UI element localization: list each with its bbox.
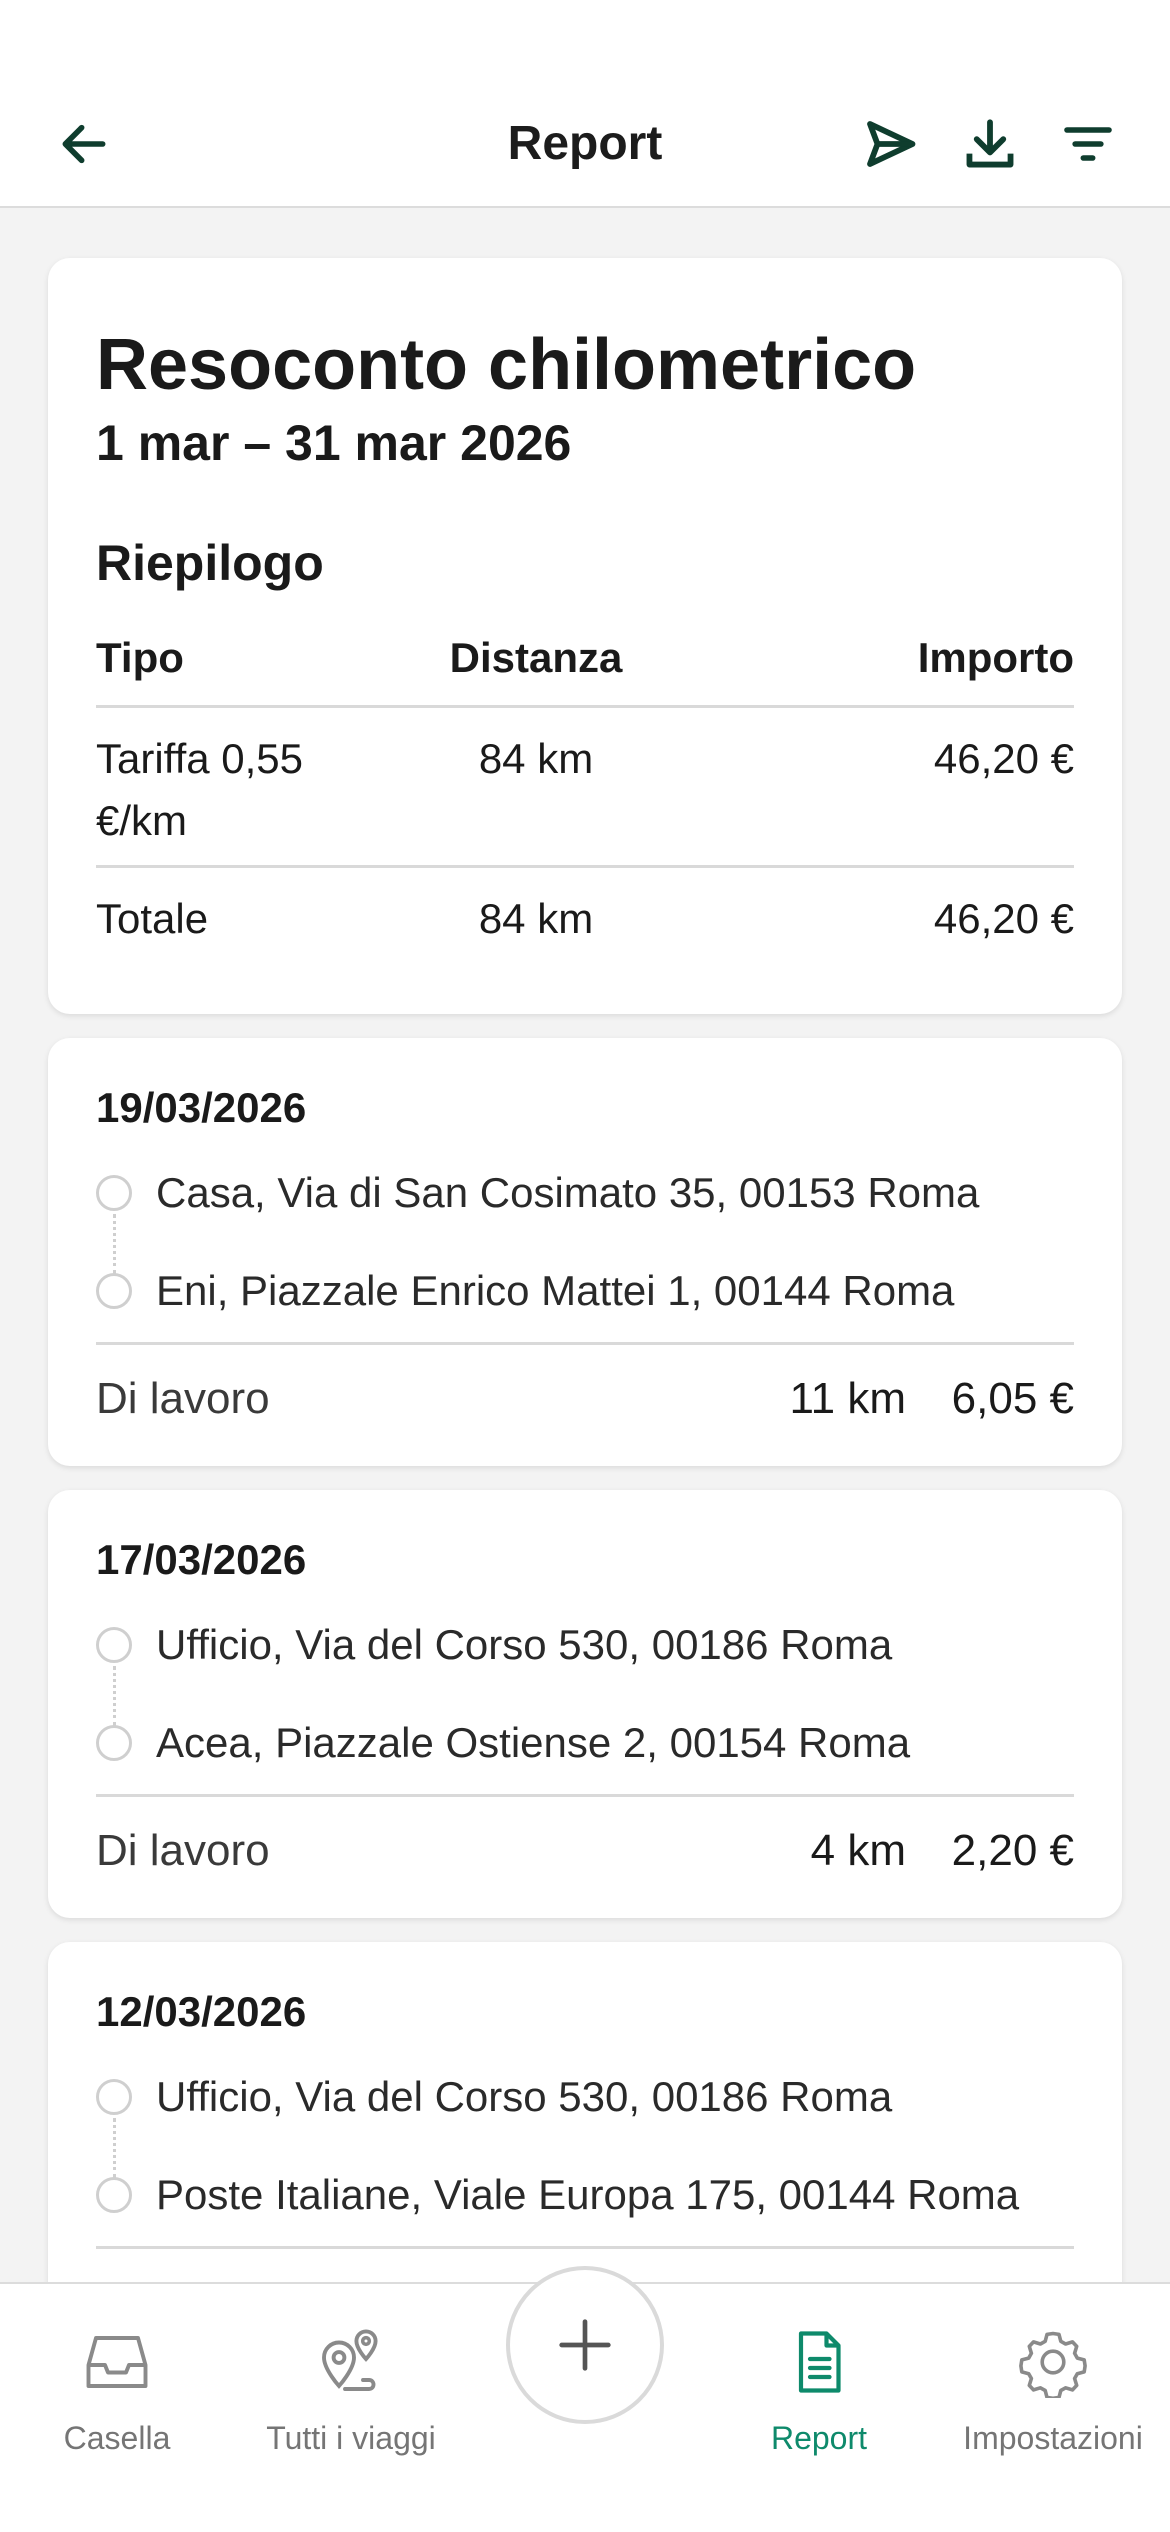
filter-button[interactable] [1046,102,1130,186]
nav-item-inbox[interactable]: Casella [0,2298,234,2498]
trip-card[interactable]: 19/03/2026 Casa, Via di San Cosimato 35,… [48,1038,1122,1466]
column-header-amount: Importo [917,634,1074,681]
report-document-icon [798,2331,841,2393]
top-app-bar: Report [0,0,1170,208]
download-button[interactable] [948,102,1032,186]
inbox-icon [86,2336,148,2388]
divider [96,1342,1074,1345]
trip-destination: Eni, Piazzale Enrico Mattei 1, 00144 Rom… [96,1256,1076,1326]
rate-distance: 84 km [478,735,594,782]
trip-origin: Ufficio, Via del Corso 530, 00186 Roma [96,2062,1076,2132]
add-trip-button[interactable] [506,2266,664,2424]
summary-card: Resoconto chilometrico 1 mar – 31 mar 20… [48,258,1122,1014]
nav-label: Tutti i viaggi [266,2420,436,2456]
destination-dot-icon [96,1273,132,1309]
trip-date: 17/03/2026 [96,1536,307,1583]
column-header-distance: Distanza [449,634,623,681]
total-distance: 84 km [478,895,594,942]
trip-date: 19/03/2026 [96,1084,307,1131]
destination-dot-icon [96,1725,132,1761]
date-range: 1 mar – 31 mar 2026 [96,415,572,471]
total-amount: 46,20 € [933,895,1074,942]
nav-label: Report [770,2420,868,2456]
destination-address: Poste Italiane, Viale Europa 175, 00144 … [156,2171,1020,2218]
nav-item-settings[interactable]: Impostazioni [936,2298,1170,2498]
destination-address: Eni, Piazzale Enrico Mattei 1, 00144 Rom… [156,1267,955,1314]
origin-dot-icon [96,1175,132,1211]
nav-item-all-trips[interactable]: Tutti i viaggi [234,2298,468,2498]
divider [96,1794,1074,1797]
trip-destination: Poste Italiane, Viale Europa 175, 00144 … [96,2160,1076,2230]
divider [96,2246,1074,2249]
trip-origin: Ufficio, Via del Corso 530, 00186 Roma [96,1610,1076,1680]
destination-address: Acea, Piazzale Ostiense 2, 00154 Roma [156,1719,911,1766]
trip-origin: Casa, Via di San Cosimato 35, 00153 Roma [96,1158,1076,1228]
trip-amount: 2,20 € [951,1826,1074,1875]
summary-section-title: Riepilogo [96,535,324,591]
nav-item-report[interactable]: Report [702,2298,936,2498]
filter-icon [1064,127,1112,161]
rate-type: Tariffa 0,55 €/km [96,735,304,844]
trip-footer: Di lavoro 4 km 2,20 € [96,1816,1074,1886]
trip-date: 12/03/2026 [96,1988,307,2035]
origin-address: Casa, Via di San Cosimato 35, 00153 Roma [156,1169,980,1216]
trip-distance: 11 km [789,1374,906,1423]
send-button[interactable] [848,102,932,186]
rate-amount: 46,20 € [933,735,1074,782]
download-icon [966,119,1014,168]
origin-dot-icon [96,1627,132,1663]
total-label: Totale [96,895,209,942]
gear-icon [1019,2331,1087,2398]
destination-dot-icon [96,2177,132,2213]
report-screen: Report Resoconto chilometrico 1 mar – 31… [0,0,1170,2532]
summary-row-total: Totale 84 km 46,20 € [96,868,1074,978]
trip-category: Di lavoro [96,1826,270,1875]
origin-address: Ufficio, Via del Corso 530, 00186 Roma [156,2073,893,2120]
map-pin-route-icon [322,2329,378,2391]
plus-icon [559,2319,611,2371]
origin-address: Ufficio, Via del Corso 530, 00186 Roma [156,1621,893,1668]
trip-distance: 4 km [810,1826,906,1875]
nav-label: Impostazioni [963,2420,1143,2456]
trip-amount: 6,05 € [951,1374,1074,1423]
trip-card[interactable]: 17/03/2026 Ufficio, Via del Corso 530, 0… [48,1490,1122,1918]
nav-label: Casella [63,2420,171,2456]
column-header-type: Tipo [96,634,184,681]
send-icon [867,121,916,167]
report-title: Resoconto chilometrico [96,325,917,405]
origin-dot-icon [96,2079,132,2115]
summary-row-rate: Tariffa 0,55 €/km 84 km 46,20 € [96,708,1074,868]
trip-category: Di lavoro [96,1374,270,1423]
summary-table-header: Tipo Distanza Importo [96,628,1074,708]
trip-destination: Acea, Piazzale Ostiense 2, 00154 Roma [96,1708,1076,1778]
trip-footer: Di lavoro 11 km 6,05 € [96,1364,1074,1434]
